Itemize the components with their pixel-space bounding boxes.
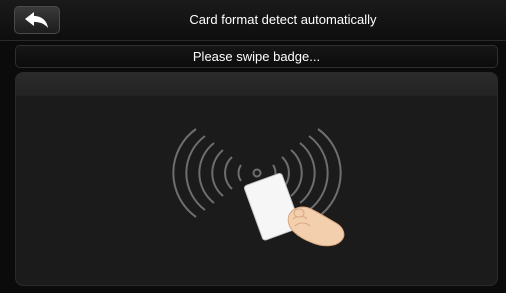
- swipe-panel: [15, 72, 498, 286]
- header-bar: Card format detect automatically: [0, 0, 506, 41]
- card-swipe-illustration: [172, 128, 345, 247]
- back-arrow-icon: [25, 12, 48, 28]
- back-button[interactable]: [14, 6, 60, 34]
- screen: Card format detect automatically Please …: [0, 0, 506, 293]
- status-message: Please swipe badge...: [15, 45, 498, 68]
- page-title: Card format detect automatically: [189, 12, 377, 27]
